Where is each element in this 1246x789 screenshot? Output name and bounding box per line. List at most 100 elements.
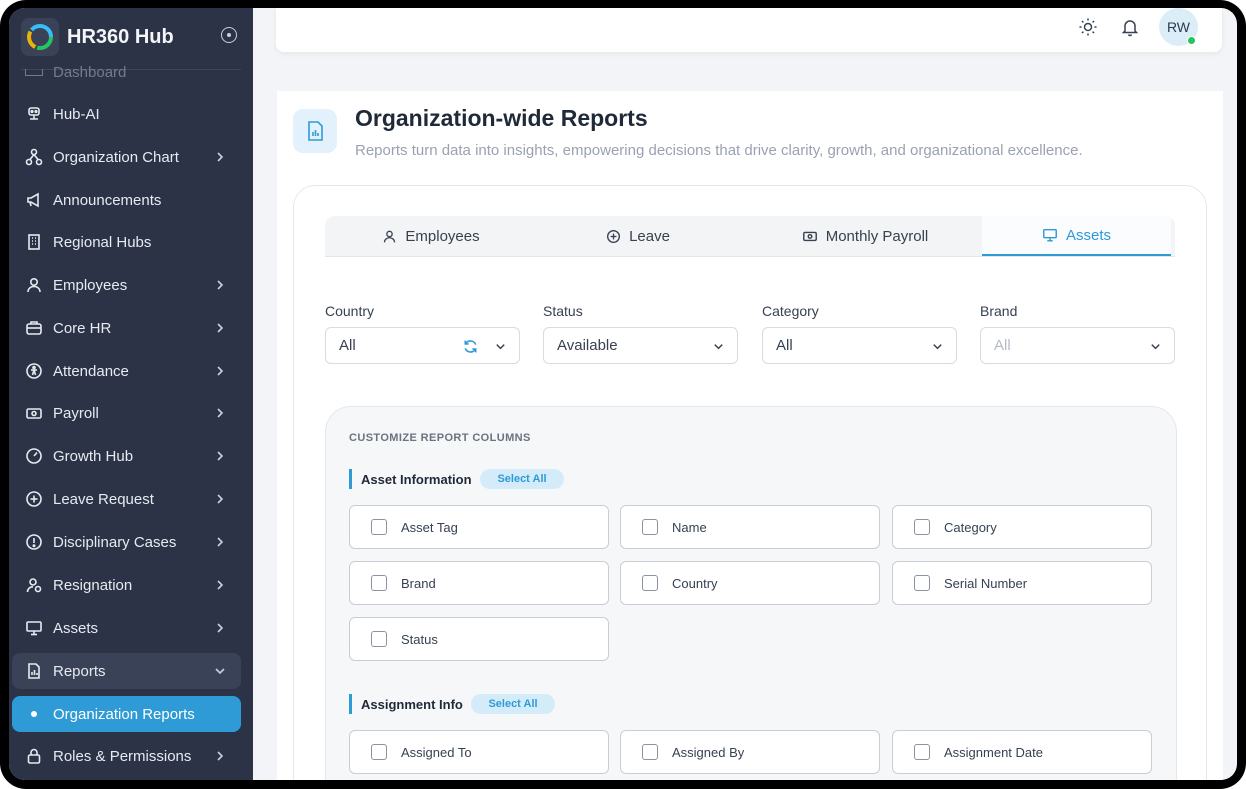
sun-icon[interactable] xyxy=(1077,16,1099,38)
monitor-icon xyxy=(24,618,44,638)
checkbox-icon[interactable] xyxy=(371,575,387,591)
checkbox-icon[interactable] xyxy=(914,744,930,760)
checkbox-icon[interactable] xyxy=(371,744,387,760)
column-checkbox-name[interactable]: Name xyxy=(620,505,880,549)
checkbox-icon[interactable] xyxy=(914,575,930,591)
sidebar-toggle-icon[interactable] xyxy=(221,27,237,43)
robot-icon xyxy=(24,104,44,124)
page-title: Organization-wide Reports xyxy=(355,105,648,131)
logo-icon xyxy=(21,18,59,56)
sidebar-item-resignation[interactable]: Resignation xyxy=(12,567,241,603)
sidebar-item-disciplinary-cases[interactable]: Disciplinary Cases xyxy=(12,524,241,560)
column-checkbox-asset-tag[interactable]: Asset Tag xyxy=(349,505,609,549)
checkbox-icon[interactable] xyxy=(371,631,387,647)
sidebar-item-reports[interactable]: Reports xyxy=(12,653,241,689)
column-checkbox-assigned-to[interactable]: Assigned To xyxy=(349,730,609,774)
column-checkbox-assigned-by[interactable]: Assigned By xyxy=(620,730,880,774)
select-all-button[interactable]: Select All xyxy=(480,469,564,489)
column-checkbox-category[interactable]: Category xyxy=(892,505,1152,549)
chevron-right-icon xyxy=(217,366,224,376)
sidebar-item-label: Announcements xyxy=(53,191,162,209)
brand-label: Brand xyxy=(980,303,1018,319)
sidebar-item-organization-reports[interactable]: Organization Reports xyxy=(12,696,241,732)
checkbox-icon[interactable] xyxy=(642,575,658,591)
sidebar-item-organization-chart[interactable]: Organization Chart xyxy=(12,139,241,175)
device-frame: HR360 Hub Dashboard Hub-AI Organization … xyxy=(0,0,1246,789)
checkbox-icon[interactable] xyxy=(642,519,658,535)
user-minus-icon xyxy=(24,575,44,595)
tab-assets[interactable]: Assets xyxy=(982,216,1171,256)
column-checkbox-status[interactable]: Status xyxy=(349,617,609,661)
main-content: Organization-wide Reports Reports turn d… xyxy=(277,91,1223,780)
category-select[interactable]: All xyxy=(762,327,957,364)
chevron-down-icon xyxy=(215,668,225,675)
sidebar-item-attendance[interactable]: Attendance xyxy=(12,353,241,389)
sidebar-item-leave-request[interactable]: Leave Request xyxy=(12,481,241,517)
category-value: All xyxy=(776,337,793,354)
chevron-right-icon xyxy=(217,494,224,504)
sidebar-item-announcements[interactable]: Announcements xyxy=(12,182,241,218)
sidebar-item-dashboard[interactable]: Dashboard xyxy=(25,64,126,81)
report-tabs: Employees Leave Monthly Payroll Assets xyxy=(325,216,1175,257)
online-status-dot xyxy=(1187,36,1196,45)
select-all-button[interactable]: Select All xyxy=(471,694,555,714)
sidebar-item-roles-permissions[interactable]: Roles & Permissions xyxy=(12,738,241,774)
checkbox-icon[interactable] xyxy=(914,519,930,535)
column-label: Assigned To xyxy=(401,744,472,760)
bell-icon[interactable] xyxy=(1119,16,1141,38)
money-icon xyxy=(802,231,817,242)
status-select[interactable]: Available xyxy=(543,327,738,364)
avatar[interactable]: RW xyxy=(1159,8,1198,46)
column-checkbox-country[interactable]: Country xyxy=(620,561,880,605)
tab-label: Leave xyxy=(629,227,670,245)
topbar: RW xyxy=(276,8,1222,52)
column-label: Country xyxy=(672,575,718,591)
sidebar-item-label: Assets xyxy=(53,619,99,637)
org-chart-icon xyxy=(24,147,44,167)
user-icon xyxy=(24,275,44,295)
column-checkbox-assignment-date[interactable]: Assignment Date xyxy=(892,730,1152,774)
chevron-right-icon xyxy=(217,623,224,633)
country-label: Country xyxy=(325,303,375,319)
brand-select[interactable]: All xyxy=(980,327,1175,364)
chevron-right-icon xyxy=(217,152,224,162)
sidebar-item-employees[interactable]: Employees xyxy=(12,267,241,303)
column-label: Assignment Date xyxy=(944,744,1043,760)
plus-circle-icon xyxy=(607,229,621,243)
category-label: Category xyxy=(762,303,819,319)
refresh-icon[interactable] xyxy=(462,338,479,355)
user-icon xyxy=(384,230,396,242)
sidebar-item-growth-hub[interactable]: Growth Hub xyxy=(12,438,241,474)
sidebar-item-regional-hubs[interactable]: Regional Hubs xyxy=(12,224,241,260)
sidebar-item-hub-ai[interactable]: Hub-AI xyxy=(12,96,241,132)
status-value: Available xyxy=(557,337,618,354)
checkbox-icon[interactable] xyxy=(642,744,658,760)
sidebar-item-core-hr[interactable]: Core HR xyxy=(12,310,241,346)
column-checkbox-brand[interactable]: Brand xyxy=(349,561,609,605)
tab-monthly-payroll[interactable]: Monthly Payroll xyxy=(759,216,971,256)
monitor-icon xyxy=(1043,228,1057,242)
sidebar-item-payroll[interactable]: Payroll xyxy=(12,395,241,431)
chevron-right-icon xyxy=(217,280,224,290)
dashboard-icon xyxy=(25,69,43,76)
status-label: Status xyxy=(543,303,583,319)
chevron-down-icon xyxy=(933,344,942,350)
sidebar-item-assets[interactable]: Assets xyxy=(12,610,241,646)
chevron-right-icon xyxy=(217,537,224,547)
checkbox-icon[interactable] xyxy=(371,519,387,535)
briefcase-icon xyxy=(24,318,44,338)
sidebar-item-label: Leave Request xyxy=(53,490,154,508)
group-title-assignment-info: Assignment Info xyxy=(349,694,463,714)
sidebar-item-label: Hub-AI xyxy=(53,105,100,123)
app-window: HR360 Hub Dashboard Hub-AI Organization … xyxy=(9,8,1237,780)
brand: HR360 Hub xyxy=(21,14,241,60)
country-select[interactable]: All xyxy=(325,327,520,364)
country-value: All xyxy=(339,337,356,354)
tab-leave[interactable]: Leave xyxy=(532,216,744,256)
sidebar-item-label: Disciplinary Cases xyxy=(53,533,177,551)
column-checkbox-serial-number[interactable]: Serial Number xyxy=(892,561,1152,605)
tab-employees[interactable]: Employees xyxy=(325,216,537,256)
sidebar-item-label: Dashboard xyxy=(53,64,127,81)
sidebar-item-label: Organization Reports xyxy=(53,705,195,723)
megaphone-icon xyxy=(24,190,44,210)
